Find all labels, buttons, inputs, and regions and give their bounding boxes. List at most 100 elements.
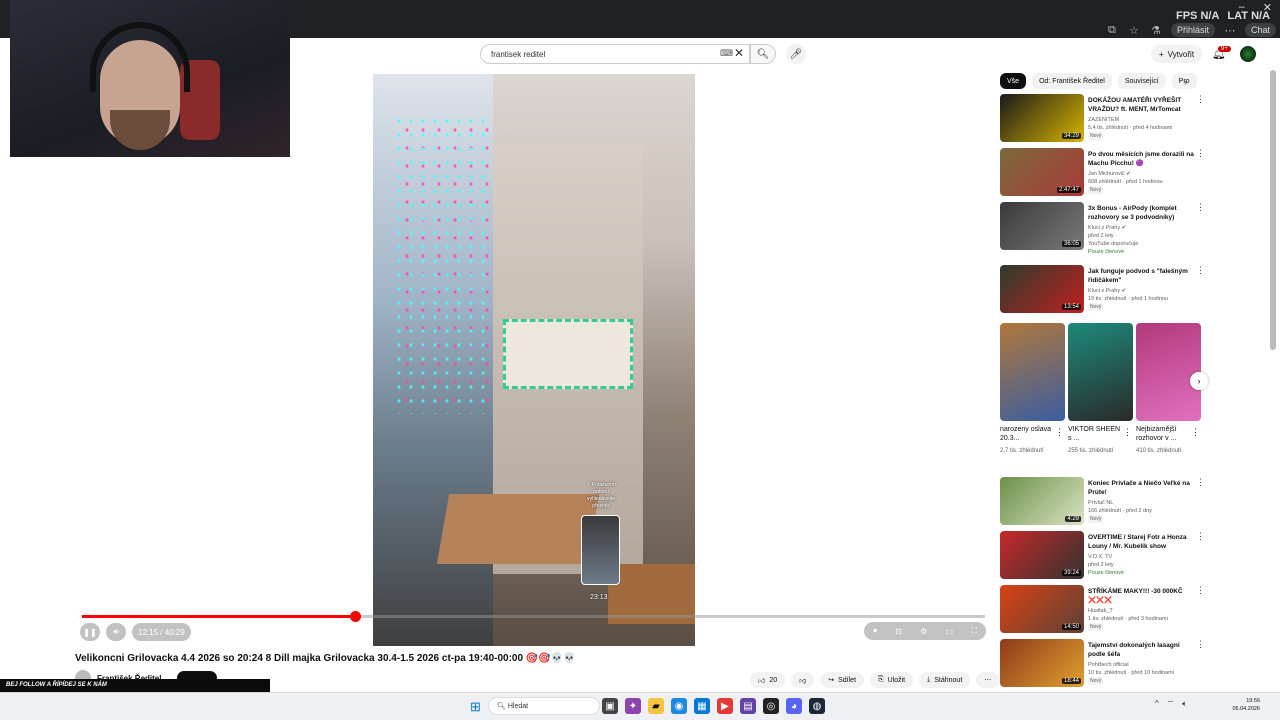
profile-button[interactable]: Přihlásit [1170, 23, 1215, 37]
recommendation-thumbnail[interactable]: 4:29 [1000, 477, 1084, 525]
recommendation-title[interactable]: STŘÍKÁME MAKY!!! -30 000KČ ❌❌❌ [1088, 587, 1198, 605]
share-button[interactable]: ↪ Sdílet [820, 672, 865, 688]
flask-icon[interactable]: ⚗ [1149, 23, 1163, 37]
keyboard-icon[interactable]: ⌨ [720, 48, 733, 59]
recommendation-item[interactable]: 39:24 OVERTIME / Starej Fotr a Honza Loun… [1000, 531, 1205, 583]
taskbar-search[interactable]: 🔍︎ Hledat [488, 697, 600, 715]
bookmark-icon[interactable]: ☆ [1127, 23, 1141, 37]
task-view-icon[interactable]: ▣ [602, 698, 618, 714]
taskbar-clock[interactable]: 19:56 05.04.2026 [1228, 697, 1260, 713]
obs-icon[interactable]: ◎ [763, 698, 779, 714]
more-icon[interactable]: ⋯ [1223, 23, 1237, 37]
download-button[interactable]: ⤓ Stáhnout [919, 672, 971, 688]
recommendation-channel[interactable]: Prívlač NL [1088, 499, 1200, 507]
recommendation-channel[interactable]: Jan Michurovič ✔ [1088, 170, 1200, 178]
twitch-icon[interactable]: ▤ [740, 698, 756, 714]
search-button[interactable]: 🔍︎ [750, 44, 776, 64]
like-button[interactable]: 👍︎ 20 [750, 672, 786, 688]
dislike-button[interactable]: 👎︎ [791, 672, 815, 688]
minimize-icon[interactable]: – [1239, 1, 1245, 14]
short-thumbnail[interactable] [1136, 323, 1201, 421]
more-vert-icon[interactable]: ⋮ [1196, 531, 1205, 542]
recommendation-item[interactable]: 34:29 DOKÁŽOU AMATÉŘI VYŘEŠIT VRAŽDU? ft.… [1000, 94, 1205, 146]
recommendation-title[interactable]: Jak funguje podvod s "falešným řidičákem… [1088, 267, 1198, 285]
recommendation-thumbnail[interactable]: 14:50 [1000, 585, 1084, 633]
filter-chip[interactable]: Vše [1000, 73, 1027, 89]
recommendation-channel[interactable]: V.O.X. TV [1088, 553, 1200, 561]
save-button[interactable]: ⎘ Uložit [870, 672, 914, 688]
more-vert-icon[interactable]: ⋮ [1196, 94, 1205, 105]
recommendation-thumbnail[interactable]: 39:24 [1000, 531, 1084, 579]
short-item[interactable]: narozeny oslava 20.3... 2,7 tis. zhlédnut… [1000, 323, 1065, 456]
steam-icon[interactable]: ◍ [809, 698, 825, 714]
filter-chip[interactable]: Související [1117, 73, 1166, 89]
close-window-icon[interactable]: ✕ [1263, 1, 1272, 14]
recommendation-title[interactable]: Po dvou měsících jsme dorazili na Machu … [1088, 150, 1198, 168]
speaker-icon[interactable]: 🔈︎ [1182, 699, 1187, 709]
chevron-right-icon[interactable]: › [1184, 77, 1187, 87]
theater-mode-icon[interactable]: ▭ [946, 627, 954, 636]
short-title[interactable]: narozeny oslava 20.3... [1000, 425, 1052, 445]
progress-scrubber[interactable] [349, 611, 361, 622]
recommendation-title[interactable]: 3x Bonus - AirPody (komplet rozhovory se… [1088, 204, 1198, 222]
more-vert-icon[interactable]: ⋮ [1191, 427, 1200, 438]
voice-search-button[interactable]: 🎤︎ [786, 44, 806, 64]
mute-button[interactable]: 🔊︎ [106, 623, 126, 641]
page-scrollbar[interactable] [1270, 70, 1276, 350]
recommendation-thumbnail[interactable]: 2:47:47 [1000, 148, 1084, 196]
more-vert-icon[interactable]: ⋮ [1055, 427, 1064, 438]
recommendation-item[interactable]: 18:44 Tajemství dokonalých lasagní podle … [1000, 639, 1205, 691]
file-explorer-icon[interactable]: ▰ [648, 698, 664, 714]
short-thumbnail[interactable] [1000, 323, 1065, 421]
more-vert-icon[interactable]: ⋮ [1123, 427, 1132, 438]
youtube-app-icon[interactable]: ▶ [717, 698, 733, 714]
chat-button[interactable]: Chat [1244, 23, 1276, 37]
more-vert-icon[interactable]: ⋮ [1196, 202, 1205, 213]
recommendation-item[interactable]: 4:29 Koniec Prívlače a Niečo Veľké na Prú… [1000, 477, 1205, 529]
short-item[interactable]: VIKTOR SHEEN s ... 255 tis. zhlédnutí ⋮ [1068, 323, 1133, 456]
recommendation-thumbnail[interactable]: 36:05 [1000, 202, 1084, 250]
recommendation-thumbnail[interactable]: 13:54 [1000, 265, 1084, 313]
tray-chevron-icon[interactable]: ^ [1155, 699, 1159, 709]
recommendation-thumbnail[interactable]: 34:29 [1000, 94, 1084, 142]
recommendation-channel[interactable]: Pohřbech official [1088, 661, 1200, 669]
recommendation-channel[interactable]: Kluci z Prahy ✔ [1088, 287, 1200, 295]
chrome-icon[interactable]: ◉ [671, 698, 687, 714]
subtitles-icon[interactable]: ⊡ [895, 627, 902, 636]
clear-search-icon[interactable]: ✕ [734, 46, 744, 60]
more-vert-icon[interactable]: ⋮ [1196, 585, 1205, 596]
short-title[interactable]: VIKTOR SHEEN s ... [1068, 425, 1120, 445]
recommendation-channel[interactable]: ZAZENITEM [1088, 116, 1200, 124]
recommendation-item[interactable]: 36:05 3x Bonus - AirPody (komplet rozhovo… [1000, 202, 1205, 255]
more-vert-icon[interactable]: ⋮ [1196, 148, 1205, 159]
recommendation-item[interactable]: 2:47:47 Po dvou měsících jsme dorazili na… [1000, 148, 1205, 200]
fullscreen-icon[interactable]: ⛶ [971, 626, 977, 636]
recommendation-title[interactable]: Koniec Prívlače a Niečo Veľké na Prúte! [1088, 479, 1198, 497]
progress-bar[interactable] [82, 611, 985, 622]
windows-start-icon[interactable]: ⊞ [470, 699, 481, 715]
recommendation-title[interactable]: Tajemství dokonalých lasagní podle šéfa [1088, 641, 1198, 659]
more-vert-icon[interactable]: ⋮ [1196, 477, 1205, 488]
more-actions-button[interactable]: ⋯ [976, 672, 1000, 688]
recommendation-title[interactable]: DOKÁŽOU AMATÉŘI VYŘEŠIT VRAŽDU? ft. MENT… [1088, 96, 1198, 114]
create-button[interactable]: + Vytvořit [1151, 45, 1203, 63]
pause-button[interactable]: ❚❚ [80, 623, 100, 641]
video-player[interactable] [373, 74, 695, 646]
filter-chip[interactable]: Od: František Ředitel [1032, 73, 1112, 89]
network-icon[interactable]: ⌔ [1167, 699, 1175, 709]
recommendation-channel[interactable]: Hustlak_T [1088, 607, 1200, 615]
more-vert-icon[interactable]: ⋮ [1196, 265, 1205, 276]
short-item[interactable]: Nejbizarnější rozhovor v ... 410 tis. zhl… [1136, 323, 1201, 456]
copilot-icon[interactable]: ✦ [625, 698, 641, 714]
more-vert-icon[interactable]: ⋮ [1196, 639, 1205, 650]
shorts-next-button[interactable]: › [1190, 372, 1208, 390]
short-title[interactable]: Nejbizarnější rozhovor v ... [1136, 425, 1188, 445]
recommendation-item[interactable]: 14:50 STŘÍKÁME MAKY!!! -30 000KČ ❌❌❌ Hustl… [1000, 585, 1205, 637]
autoplay-toggle-icon[interactable]: ⏺ [873, 626, 877, 636]
recommendation-title[interactable]: OVERTIME / Starej Fotr a Honza Louny / M… [1088, 533, 1198, 551]
short-thumbnail[interactable] [1068, 323, 1133, 421]
recommendation-channel[interactable]: Kluci z Prahy ✔ [1088, 224, 1200, 232]
store-icon[interactable]: ▦ [694, 698, 710, 714]
search-input[interactable]: frantisek reditel [480, 44, 750, 64]
recommendation-item[interactable]: 13:54 Jak funguje podvod s "falešným řidi… [1000, 265, 1205, 317]
